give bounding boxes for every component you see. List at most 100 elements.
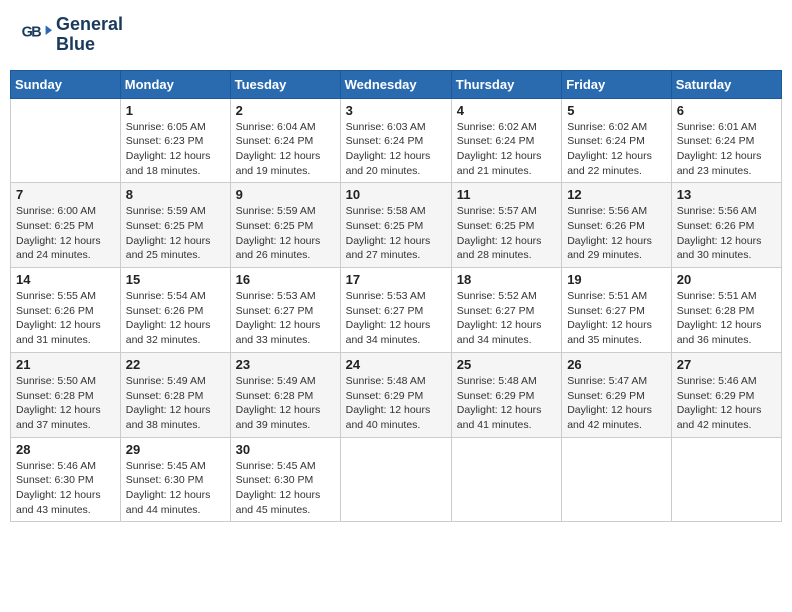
calendar-cell: 20Sunrise: 5:51 AMSunset: 6:28 PMDayligh… — [671, 268, 781, 353]
day-number: 22 — [126, 357, 225, 372]
day-info: Sunrise: 5:59 AMSunset: 6:25 PMDaylight:… — [126, 204, 225, 263]
day-number: 27 — [677, 357, 776, 372]
day-info: Sunrise: 5:49 AMSunset: 6:28 PMDaylight:… — [126, 374, 225, 433]
weekday-header: Tuesday — [230, 70, 340, 98]
day-info: Sunrise: 5:55 AMSunset: 6:26 PMDaylight:… — [16, 289, 115, 348]
calendar-cell: 5 Sunrise: 6:02 AMSunset: 6:24 PMDaylight… — [562, 98, 672, 183]
calendar-cell — [451, 437, 561, 522]
calendar-cell: 30Sunrise: 5:45 AMSunset: 6:30 PMDayligh… — [230, 437, 340, 522]
calendar-cell: 23Sunrise: 5:49 AMSunset: 6:28 PMDayligh… — [230, 352, 340, 437]
day-number: 16 — [236, 272, 335, 287]
calendar-cell: 19 Sunrise: 5:51 AMSunset: 6:27 PMDayligh… — [562, 268, 672, 353]
day-info: Sunrise: 5:47 AMSunset: 6:29 PMDaylight:… — [567, 374, 666, 433]
calendar-cell: 7 Sunrise: 6:00 AMSunset: 6:25 PMDaylight… — [11, 183, 121, 268]
day-info: Sunrise: 5:51 AMSunset: 6:27 PMDaylight:… — [567, 289, 666, 348]
day-number: 6 — [677, 103, 776, 118]
day-number: 18 — [457, 272, 556, 287]
weekday-header: Thursday — [451, 70, 561, 98]
day-number: 3 — [346, 103, 446, 118]
day-info: Sunrise: 5:52 AMSunset: 6:27 PMDaylight:… — [457, 289, 556, 348]
calendar-cell: 29 Sunrise: 5:45 AMSunset: 6:30 PMDayligh… — [120, 437, 230, 522]
day-info: Sunrise: 5:50 AMSunset: 6:28 PMDaylight:… — [16, 374, 115, 433]
calendar-cell: 13 Sunrise: 5:56 AMSunset: 6:26 PMDayligh… — [671, 183, 781, 268]
day-number: 24 — [346, 357, 446, 372]
day-number: 17 — [346, 272, 446, 287]
day-info: Sunrise: 5:56 AMSunset: 6:26 PMDaylight:… — [677, 204, 776, 263]
day-info: Sunrise: 5:46 AMSunset: 6:30 PMDaylight:… — [16, 459, 115, 518]
day-info: Sunrise: 6:03 AMSunset: 6:24 PMDaylight:… — [346, 120, 446, 179]
day-number: 25 — [457, 357, 556, 372]
day-info: Sunrise: 5:58 AMSunset: 6:25 PMDaylight:… — [346, 204, 446, 263]
calendar-cell: 10 Sunrise: 5:58 AMSunset: 6:25 PMDayligh… — [340, 183, 451, 268]
calendar-cell: 27 Sunrise: 5:46 AMSunset: 6:29 PMDayligh… — [671, 352, 781, 437]
day-info: Sunrise: 5:45 AMSunset: 6:30 PMDaylight:… — [126, 459, 225, 518]
calendar-cell — [340, 437, 451, 522]
calendar-cell: 17 Sunrise: 5:53 AMSunset: 6:27 PMDayligh… — [340, 268, 451, 353]
day-number: 2 — [236, 103, 335, 118]
day-info: Sunrise: 5:48 AMSunset: 6:29 PMDaylight:… — [346, 374, 446, 433]
calendar-cell: 2 Sunrise: 6:04 AMSunset: 6:24 PMDaylight… — [230, 98, 340, 183]
calendar-header-row: SundayMondayTuesdayWednesdayThursdayFrid… — [11, 70, 782, 98]
calendar-week-row: 14Sunrise: 5:55 AMSunset: 6:26 PMDayligh… — [11, 268, 782, 353]
weekday-header: Friday — [562, 70, 672, 98]
calendar-cell: 9 Sunrise: 5:59 AMSunset: 6:25 PMDaylight… — [230, 183, 340, 268]
page-header: G B General Blue — [10, 10, 782, 60]
day-info: Sunrise: 5:48 AMSunset: 6:29 PMDaylight:… — [457, 374, 556, 433]
day-number: 20 — [677, 272, 776, 287]
calendar-cell: 11 Sunrise: 5:57 AMSunset: 6:25 PMDayligh… — [451, 183, 561, 268]
calendar-cell — [562, 437, 672, 522]
day-number: 26 — [567, 357, 666, 372]
calendar-cell: 12 Sunrise: 5:56 AMSunset: 6:26 PMDayligh… — [562, 183, 672, 268]
day-info: Sunrise: 5:56 AMSunset: 6:26 PMDaylight:… — [567, 204, 666, 263]
calendar-cell: 14Sunrise: 5:55 AMSunset: 6:26 PMDayligh… — [11, 268, 121, 353]
day-number: 23 — [236, 357, 335, 372]
day-number: 8 — [126, 187, 225, 202]
day-info: Sunrise: 6:05 AMSunset: 6:23 PMDaylight:… — [126, 120, 225, 179]
weekday-header: Monday — [120, 70, 230, 98]
svg-text:B: B — [31, 24, 41, 40]
calendar-cell: 4Sunrise: 6:02 AMSunset: 6:24 PMDaylight… — [451, 98, 561, 183]
day-info: Sunrise: 5:53 AMSunset: 6:27 PMDaylight:… — [346, 289, 446, 348]
day-number: 12 — [567, 187, 666, 202]
day-info: Sunrise: 5:46 AMSunset: 6:29 PMDaylight:… — [677, 374, 776, 433]
day-info: Sunrise: 5:53 AMSunset: 6:27 PMDaylight:… — [236, 289, 335, 348]
day-number: 30 — [236, 442, 335, 457]
day-number: 5 — [567, 103, 666, 118]
calendar-cell: 8 Sunrise: 5:59 AMSunset: 6:25 PMDaylight… — [120, 183, 230, 268]
day-number: 11 — [457, 187, 556, 202]
logo-icon: G B — [20, 19, 52, 51]
day-info: Sunrise: 5:59 AMSunset: 6:25 PMDaylight:… — [236, 204, 335, 263]
day-number: 19 — [567, 272, 666, 287]
calendar-cell: 6 Sunrise: 6:01 AMSunset: 6:24 PMDaylight… — [671, 98, 781, 183]
day-number: 29 — [126, 442, 225, 457]
calendar-cell: 1Sunrise: 6:05 AMSunset: 6:23 PMDaylight… — [120, 98, 230, 183]
day-number: 7 — [16, 187, 115, 202]
calendar-cell: 22 Sunrise: 5:49 AMSunset: 6:28 PMDayligh… — [120, 352, 230, 437]
calendar-cell: 3 Sunrise: 6:03 AMSunset: 6:24 PMDaylight… — [340, 98, 451, 183]
day-number: 9 — [236, 187, 335, 202]
calendar-cell: 18 Sunrise: 5:52 AMSunset: 6:27 PMDayligh… — [451, 268, 561, 353]
calendar-cell — [671, 437, 781, 522]
weekday-header: Wednesday — [340, 70, 451, 98]
calendar-week-row: 1Sunrise: 6:05 AMSunset: 6:23 PMDaylight… — [11, 98, 782, 183]
weekday-header: Saturday — [671, 70, 781, 98]
calendar-week-row: 28Sunrise: 5:46 AMSunset: 6:30 PMDayligh… — [11, 437, 782, 522]
logo-text: General Blue — [56, 15, 123, 55]
calendar-cell: 21Sunrise: 5:50 AMSunset: 6:28 PMDayligh… — [11, 352, 121, 437]
day-info: Sunrise: 6:00 AMSunset: 6:25 PMDaylight:… — [16, 204, 115, 263]
day-number: 10 — [346, 187, 446, 202]
day-info: Sunrise: 6:02 AMSunset: 6:24 PMDaylight:… — [567, 120, 666, 179]
calendar-cell: 24 Sunrise: 5:48 AMSunset: 6:29 PMDayligh… — [340, 352, 451, 437]
day-info: Sunrise: 6:01 AMSunset: 6:24 PMDaylight:… — [677, 120, 776, 179]
calendar-cell: 25 Sunrise: 5:48 AMSunset: 6:29 PMDayligh… — [451, 352, 561, 437]
day-number: 13 — [677, 187, 776, 202]
calendar-table: SundayMondayTuesdayWednesdayThursdayFrid… — [10, 70, 782, 523]
calendar-week-row: 21Sunrise: 5:50 AMSunset: 6:28 PMDayligh… — [11, 352, 782, 437]
day-info: Sunrise: 6:04 AMSunset: 6:24 PMDaylight:… — [236, 120, 335, 179]
day-info: Sunrise: 5:57 AMSunset: 6:25 PMDaylight:… — [457, 204, 556, 263]
day-number: 4 — [457, 103, 556, 118]
weekday-header: Sunday — [11, 70, 121, 98]
day-number: 15 — [126, 272, 225, 287]
logo: G B General Blue — [20, 15, 123, 55]
calendar-cell: 16 Sunrise: 5:53 AMSunset: 6:27 PMDayligh… — [230, 268, 340, 353]
